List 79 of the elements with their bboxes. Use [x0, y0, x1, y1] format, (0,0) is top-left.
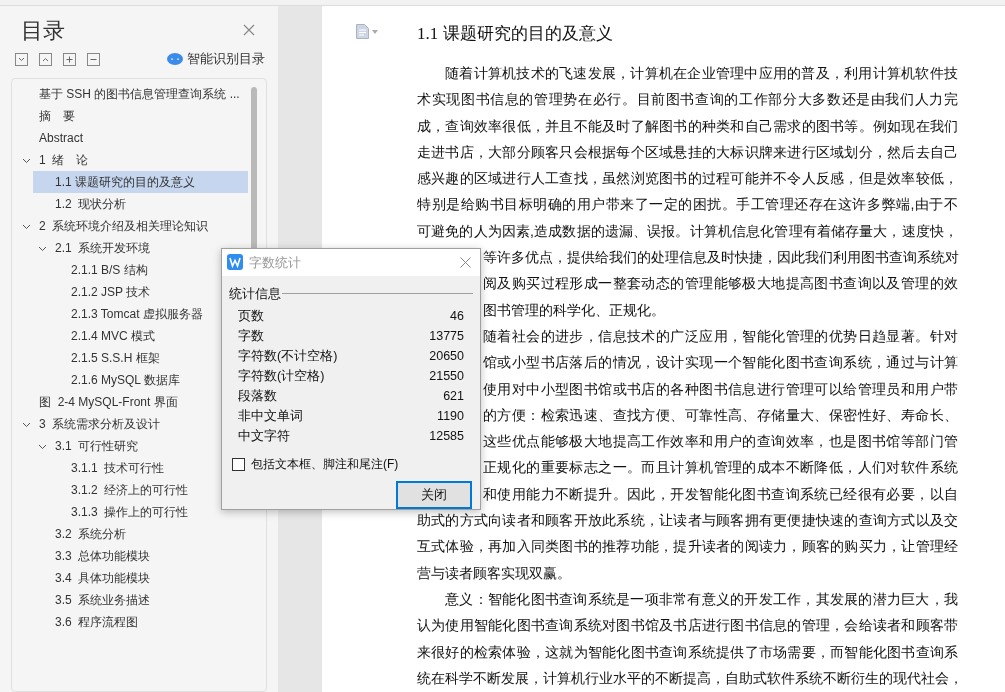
- text-line: 随着社会的进步，信息技术的广泛应用，智能化管理的优势日趋显著。针对: [483, 326, 958, 346]
- toc-item[interactable]: 2.1.2 JSP 技术: [70, 281, 157, 303]
- minus-icon[interactable]: [87, 52, 100, 66]
- toc-item[interactable]: 3.1.1 技术可行性: [70, 457, 171, 479]
- stat-label: 段落数: [238, 387, 277, 405]
- stat-label: 字符数(计空格): [238, 367, 325, 385]
- text-line: 认为使用智能化图书查询系统对图书馆及书店进行图书信息的管理，会给读者和顾客带: [417, 616, 958, 636]
- collapse-all-icon[interactable]: [39, 52, 52, 66]
- text-line: 可避免的人为因素,造成数据的遗漏、误报。计算机信息化管理有着储存量大，速度快，: [417, 221, 958, 241]
- cloud-icon: [167, 53, 183, 65]
- smart-toc-button[interactable]: 智能识别目录: [167, 49, 265, 69]
- text-line: 随着计算机技术的飞速发展，计算机在企业管理中应用的普及，利用计算机软件技: [444, 64, 958, 83]
- close-icon[interactable]: [243, 24, 255, 36]
- group-label: 统计信息: [229, 284, 281, 303]
- stat-label: 中文字符: [238, 427, 290, 445]
- stat-value: 12585: [429, 427, 464, 445]
- toc-item[interactable]: 3.2 系统分析: [54, 523, 133, 545]
- toc-item[interactable]: 3.6 程序流程图: [54, 611, 145, 633]
- text-line: 阅及购买过程形成一整套动态的管理能够极大地提高图书查询以及管理的效: [483, 274, 958, 294]
- toc-item[interactable]: 3 系统需求分析及设计: [38, 413, 167, 435]
- toc-item[interactable]: Abstract: [38, 127, 89, 149]
- close-button[interactable]: 关闭: [396, 481, 472, 509]
- sidebar-title: 目录: [21, 16, 65, 45]
- app-logo-icon: [227, 254, 243, 271]
- text-line: 感兴趣的区域进行人工查找，虽然浏览图书的过程可能并不令人反感，但是效率较低，: [417, 169, 958, 189]
- text-line: 特别是给购书目标明确的用户带来了一定的困扰。手工管理还存在这许多弊端,由于不: [417, 195, 958, 215]
- text-line: 正规化的重要标志之一。而且计算机管理的成本不断降低，人们对软件系统: [483, 458, 958, 478]
- toc-item[interactable]: 2.1.4 MVC 模式: [70, 325, 162, 347]
- expand-all-icon[interactable]: [15, 52, 28, 66]
- toc-item[interactable]: 1 绪 论: [38, 149, 95, 171]
- checkbox-label: 包括文本框、脚注和尾注(F): [251, 456, 399, 473]
- toc-item[interactable]: 1.1 课题研究的目的及意义: [33, 171, 248, 193]
- toc-item[interactable]: 基于 SSH 的图书信息管理查询系统 ...: [38, 83, 246, 105]
- toc-item[interactable]: 图 2-4 MySQL-Front 界面: [38, 391, 184, 413]
- stat-value: 20650: [429, 347, 464, 365]
- text-line: 术实现图书信息的管理势在必行。目前图书查询的工作部分大多数还是由我们人力完: [417, 90, 958, 110]
- toc-item[interactable]: 2.1 系统开发环境: [54, 237, 157, 259]
- text-line: 图书管理的科学化、正规化。: [483, 300, 666, 320]
- text-line: 这些优点能够极大地提高工作效率和用户的查询效率，也是图书馆等部门管: [483, 432, 958, 452]
- stat-label: 页数: [238, 307, 264, 325]
- stat-value: 1190: [437, 407, 464, 425]
- toc-item[interactable]: 2 系统环境介绍及相关理论知识: [38, 215, 215, 237]
- toc-item[interactable]: 1.2 现状分析: [54, 193, 133, 215]
- stat-label: 字数: [238, 327, 264, 345]
- text-line: 使用对中小型图书馆或书店的各种图书信息进行管理可以给管理员和用户带: [483, 379, 958, 399]
- text-line: 走进书店，大部分顾客只会根据每个区域悬挂的大标识牌来进行区域划分，然后去自己: [417, 142, 958, 162]
- text-line: 来很好的检索体验，这就为智能化图书查询系统提供了市场需要，而智能化图书查询系: [417, 642, 958, 662]
- text-line: 意义：智能化图书查询系统是一项非常有意义的开发工作，其发展的潜力巨大，我: [444, 589, 958, 609]
- stat-value: 13775: [429, 327, 464, 345]
- stat-value: 621: [443, 387, 464, 405]
- section-heading: 1.1 课题研究的目的及意义: [417, 23, 614, 45]
- text-line: 互式体验，再加入同类图书的推荐功能，提升读者的阅读力，顾客的购买力，让管理经: [417, 537, 958, 557]
- toc-item[interactable]: 3.5 系统业务描述: [54, 589, 157, 611]
- text-line: 营与读者顾客实现双赢。: [417, 563, 572, 583]
- toc-item[interactable]: 3.1.3 操作上的可行性: [70, 501, 195, 523]
- toc-item[interactable]: 2.1.5 S.S.H 框架: [70, 347, 166, 369]
- stat-value: 46: [450, 307, 464, 325]
- toc-item[interactable]: 2.1.1 B/S 结构: [70, 259, 154, 281]
- text-line: 馆或小型书店落后的情况，设计实现一个智能化图书查询系统，通过与计算: [483, 353, 958, 373]
- text-line: 助式的方式向读者和顾客开放此系统，让读者与顾客拥有更便捷快速的查询方式以及交: [417, 511, 958, 531]
- close-icon[interactable]: [460, 256, 471, 268]
- text-line: 成，查询效率很低，并且不能及时了解图书的种类和自己需求的图书等。例如现在我们: [417, 116, 958, 136]
- toc-item[interactable]: 3.4 具体功能模块: [54, 567, 157, 589]
- text-line: 等许多优点，提供给我们的处理信息及时快捷，因此我们利用图书查询系统对: [483, 248, 958, 268]
- toc-item[interactable]: 3.1.2 经济上的可行性: [70, 479, 195, 501]
- toc-item[interactable]: 摘 要: [38, 105, 81, 127]
- stat-label: 字符数(不计空格): [238, 347, 338, 365]
- stat-value: 21550: [429, 367, 464, 385]
- toc-item[interactable]: 3.3 总体功能模块: [54, 545, 157, 567]
- checkbox[interactable]: [232, 457, 245, 471]
- toc-item[interactable]: 2.1.3 Tomcat 虚拟服务器: [70, 303, 209, 325]
- text-line: 统在科学不断发展，计算机行业水平的不断提高，自助式软件系统不断衍生的现代社会，: [417, 668, 958, 688]
- plus-icon[interactable]: [63, 52, 76, 66]
- text-line: 的方便：检索迅速、查找方便、可靠性高、存储量大、保密性好、寿命长、: [483, 405, 958, 425]
- text-line: 和使用能力不断提升。因此，开发智能化图书查询系统已经很有必要，以自: [483, 484, 958, 504]
- toc-item[interactable]: 2.1.6 MySQL 数据库: [70, 369, 186, 391]
- dialog-title: 字数统计: [249, 253, 301, 272]
- stat-label: 非中文单词: [238, 407, 303, 425]
- toc-item[interactable]: 3.1 可行性研究: [54, 435, 145, 457]
